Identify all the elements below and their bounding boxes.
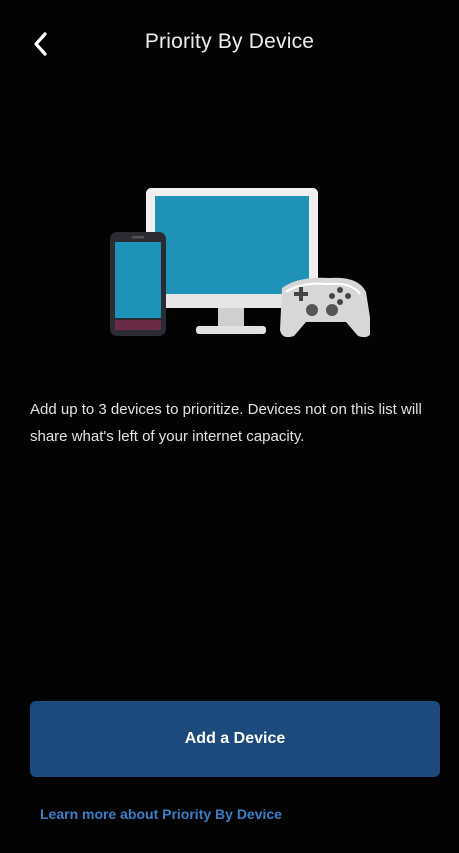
add-device-button[interactable]: Add a Device xyxy=(30,701,440,777)
game-controller-icon xyxy=(280,277,372,338)
description-text: Add up to 3 devices to prioritize. Devic… xyxy=(30,401,422,445)
header: Priority By Device xyxy=(0,0,459,90)
devices-illustration xyxy=(100,180,372,350)
priority-by-device-screen: Priority By Device Add up to 3 devices t… xyxy=(0,0,459,853)
phone-icon xyxy=(110,232,166,336)
page-title: Priority By Device xyxy=(144,30,315,53)
learn-more-link[interactable]: Learn more about Priority By Device xyxy=(40,806,282,822)
